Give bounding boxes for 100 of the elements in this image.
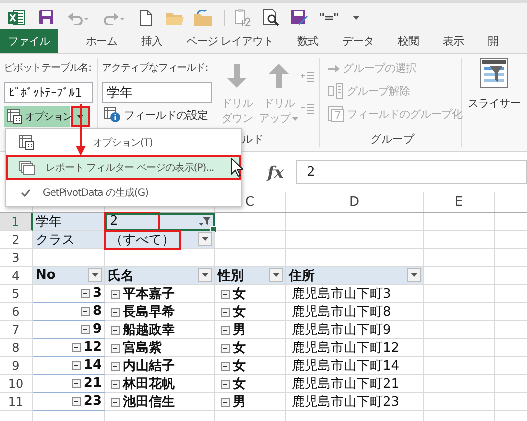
clipboard-number-icon — [235, 8, 253, 26]
slicer-button[interactable]: スライサー — [468, 58, 520, 111]
collapse-icon[interactable] — [80, 289, 90, 298]
print-preview-icon — [263, 9, 280, 26]
dropdown-button[interactable] — [198, 232, 212, 246]
group-command-button: グループの選択 — [328, 61, 416, 76]
filter-dropdown-button[interactable] — [198, 268, 212, 282]
ribbon-tab[interactable]: 開 — [476, 29, 510, 53]
ribbon-tab[interactable]: ページ レイアウト — [174, 29, 286, 53]
caret-icon — [410, 273, 418, 277]
folder-arrow-icon — [194, 10, 212, 26]
item-text: 男 — [233, 394, 246, 411]
collapse-icon[interactable] — [221, 308, 230, 316]
drill-up-button: ドリル アップ — [261, 64, 297, 126]
pivot-name-field[interactable]: ﾋﾟﾎﾞｯﾄﾃｰﾌﾞﾙ1 — [4, 82, 93, 103]
field-label: ピボットテーブル名: — [4, 62, 92, 75]
collapse-icon[interactable] — [111, 308, 120, 316]
ribbon-tab[interactable]: 数式 — [286, 29, 330, 53]
item-text: 女 — [233, 358, 246, 375]
equals-sign-label: "=" — [319, 10, 339, 24]
undo-icon — [68, 10, 90, 24]
caret-icon — [292, 116, 300, 120]
item-text: 女 — [233, 376, 246, 393]
arrow-up-icon — [268, 64, 290, 88]
collapse-icon[interactable] — [111, 398, 120, 406]
number-text: 3 — [92, 286, 102, 301]
collapse-icon[interactable] — [221, 362, 230, 370]
column-field-label: 住所 — [289, 268, 315, 284]
customize-caret-icon — [352, 16, 360, 20]
active-field-field[interactable]: 学年 — [102, 82, 212, 103]
caret-icon — [272, 273, 280, 277]
expand-field-icon — [301, 72, 314, 84]
stacked-pages-icon — [19, 160, 35, 174]
collapse-field-icon — [301, 104, 314, 116]
collapse-icon[interactable] — [111, 326, 120, 334]
caret-icon — [202, 237, 208, 241]
table-cell: 鹿児島市山下町9 — [286, 321, 424, 339]
column-header[interactable]: D — [286, 192, 424, 212]
column-field-label: 性別 — [218, 268, 244, 284]
item-text: 女 — [233, 340, 246, 357]
filter-dropdown-button[interactable] — [88, 268, 102, 282]
edit-save-icon — [291, 10, 308, 26]
collapse-icon[interactable] — [111, 362, 120, 370]
arrow-down-icon — [226, 64, 248, 88]
row-number[interactable]: 1 — [0, 213, 33, 231]
collapse-icon[interactable] — [72, 397, 81, 406]
number-text: 21 — [84, 376, 102, 391]
insert-function-button[interactable]: fx — [268, 162, 284, 182]
ribbon-tab[interactable]: ホーム — [74, 29, 130, 53]
ribbon-tab[interactable]: 挿入 — [130, 29, 174, 53]
ribbon-tab[interactable]: ファイル — [0, 29, 58, 53]
ribbon-tab[interactable]: 表示 — [431, 29, 476, 53]
collapse-icon[interactable] — [72, 343, 81, 352]
item-text: 女 — [233, 304, 246, 321]
slicer-icon — [480, 58, 508, 88]
collapse-icon[interactable] — [72, 361, 81, 370]
filter-value[interactable]: （すべて） — [104, 230, 181, 250]
save-icon — [39, 10, 54, 25]
table-cell: 鹿児島市山下町8 — [286, 303, 424, 321]
collapse-icon[interactable] — [221, 344, 230, 352]
settings-info-icon — [104, 107, 121, 123]
filter-icon — [199, 216, 211, 226]
item-text: 長島早希 — [123, 304, 175, 321]
collapse-icon[interactable] — [80, 325, 90, 334]
filter-label: 学年 — [33, 213, 105, 231]
collapse-icon[interactable] — [111, 344, 120, 352]
collapse-icon[interactable] — [221, 290, 230, 298]
item-text: 宮島紫 — [123, 340, 162, 357]
number-text: 8 — [92, 304, 102, 319]
excel-icon — [8, 10, 25, 26]
group-label: グループ — [370, 132, 414, 147]
filter-dropdown-button[interactable] — [407, 268, 421, 282]
collapse-icon[interactable] — [72, 379, 81, 388]
collapse-icon[interactable] — [111, 380, 120, 388]
field-label: アクティブなフィールド: — [102, 62, 208, 75]
collapse-icon[interactable] — [221, 326, 230, 334]
table-cell: 鹿児島市山下町21 — [286, 375, 424, 393]
group-field-icon — [328, 106, 344, 122]
filter-dropdown-button[interactable] — [269, 268, 283, 282]
ribbon-tab[interactable]: データ — [330, 29, 386, 53]
number-text: 14 — [84, 358, 102, 373]
column-header[interactable]: E — [424, 192, 495, 212]
collapse-icon[interactable] — [221, 398, 230, 406]
new-document-icon — [140, 10, 152, 26]
ribbon-tab[interactable]: 校閲 — [386, 29, 431, 53]
number-text: 9 — [92, 322, 102, 337]
formula-field[interactable]: 2 — [296, 160, 527, 184]
annotation-arrow — [76, 104, 86, 156]
table-cell: 鹿児島市山下町12 — [286, 339, 424, 357]
collapse-icon[interactable] — [80, 307, 90, 316]
collapse-icon[interactable] — [111, 290, 120, 298]
item-text: 男 — [233, 322, 246, 339]
menu-item[interactable]: レポート フィルター ページの表示(P)... — [6, 155, 241, 180]
filter-button[interactable] — [198, 214, 212, 228]
item-text: 池田信生 — [123, 394, 175, 411]
caret-icon — [202, 273, 208, 277]
field-settings-button[interactable]: フィールドの設定 — [104, 107, 208, 123]
caret-icon — [77, 114, 84, 118]
collapse-icon[interactable] — [221, 380, 230, 388]
number-text: 23 — [84, 394, 102, 409]
